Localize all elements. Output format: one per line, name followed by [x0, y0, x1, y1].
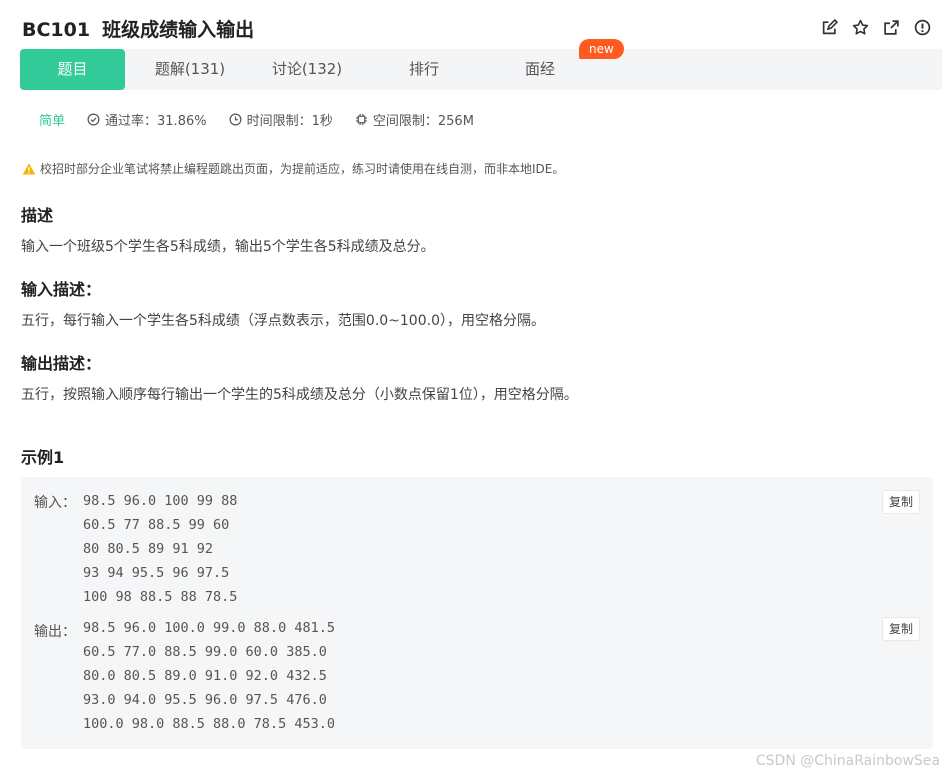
example-heading: 示例1 [21, 448, 65, 467]
check-circle-icon [87, 113, 100, 126]
warning-icon [22, 162, 36, 174]
output-line: 98.5 96.0 100.0 99.0 88.0 481.5 [83, 620, 335, 636]
output-line: 93.0 94.0 95.5 96.0 97.5 476.0 [83, 692, 327, 708]
tab-bar: 题目 题解(131) 讨论(132) 排行 面经 new [20, 39, 942, 90]
input-line: 93 94 95.5 96 97.5 [83, 565, 230, 581]
time-limit-text: 时间限制：1秒 [246, 114, 333, 129]
space-limit-text: 空间限制：256M [372, 114, 474, 129]
new-badge: new [579, 39, 624, 59]
copy-output-button[interactable]: 复制 [881, 617, 920, 641]
chip-icon [355, 113, 367, 126]
title-bar: BC101 班级成绩输入输出 [20, 13, 932, 41]
share-icon[interactable] [881, 17, 901, 37]
output-desc-text: 五行，按照输入顺序每行输出一个学生的5科成绩及总分（小数点保留1位），用空格分隔… [21, 387, 578, 403]
toolbar-icons [819, 17, 932, 37]
space-limit: 空间限制：256M [355, 110, 474, 129]
input-line: 60.5 77 88.5 99 60 [83, 517, 230, 533]
copy-input-button[interactable]: 复制 [881, 490, 920, 514]
tab-interview[interactable]: 面经 [490, 49, 590, 90]
time-limit: 时间限制：1秒 [229, 110, 333, 129]
input-line: 100 98 88.5 88 78.5 [83, 589, 238, 605]
description-heading: 描述 [21, 206, 54, 225]
problem-meta: 简单 通过率：31.86% 时间限制：1秒 空间限制：256M [39, 110, 496, 129]
example-input-label: 输入： [34, 495, 76, 511]
tab-discussion[interactable]: 讨论(132) [252, 49, 362, 90]
example-input-lines[interactable]: 98.5 96.0 100 99 88 60.5 77 88.5 99 60 8… [83, 489, 237, 609]
pass-rate: 通过率：31.86% [87, 110, 207, 129]
example-output-label: 输出： [34, 624, 76, 640]
ide-warning: 校招时部分企业笔试将禁止编程题跳出页面，为提前适应，练习时请使用在线自测，而非本… [22, 160, 564, 177]
input-line: 98.5 96.0 100 99 88 [83, 493, 238, 509]
output-line: 100.0 98.0 88.5 88.0 78.5 453.0 [83, 716, 335, 732]
difficulty-label: 简单 [39, 114, 66, 129]
star-icon[interactable] [850, 17, 870, 37]
problem-code: BC101 [22, 19, 91, 41]
tab-problem[interactable]: 题目 [20, 49, 125, 90]
input-desc-heading: 输入描述： [21, 280, 102, 299]
clock-icon [229, 113, 242, 126]
input-line: 80 80.5 89 91 92 [83, 541, 214, 557]
watermark: CSDN @ChinaRainbowSea [755, 753, 940, 769]
output-desc-heading: 输出描述： [21, 354, 102, 373]
warning-text: 校招时部分企业笔试将禁止编程题跳出页面，为提前适应，练习时请使用在线自测，而非本… [40, 162, 565, 176]
output-line: 80.0 80.5 89.0 91.0 92.0 432.5 [83, 668, 327, 684]
tab-ranking[interactable]: 排行 [374, 49, 474, 90]
pass-rate-text: 通过率：31.86% [105, 114, 207, 129]
example-output-lines[interactable]: 98.5 96.0 100.0 99.0 88.0 481.5 60.5 77.… [83, 616, 335, 736]
input-desc-text: 五行，每行输入一个学生各5科成绩（浮点数表示，范围0.0~100.0），用空格分… [21, 313, 545, 329]
tab-solutions[interactable]: 题解(131) [135, 49, 245, 90]
report-icon[interactable] [912, 17, 932, 37]
page-title: BC101 班级成绩输入输出 [22, 15, 254, 42]
example-box: 输入： 98.5 96.0 100 99 88 60.5 77 88.5 99 … [21, 477, 933, 749]
description-text: 输入一个班级5个学生各5科成绩，输出5个学生各5科成绩及总分。 [21, 239, 435, 255]
edit-icon[interactable] [819, 17, 839, 37]
problem-title: 班级成绩输入输出 [102, 19, 255, 41]
output-line: 60.5 77.0 88.5 99.0 60.0 385.0 [83, 644, 327, 660]
